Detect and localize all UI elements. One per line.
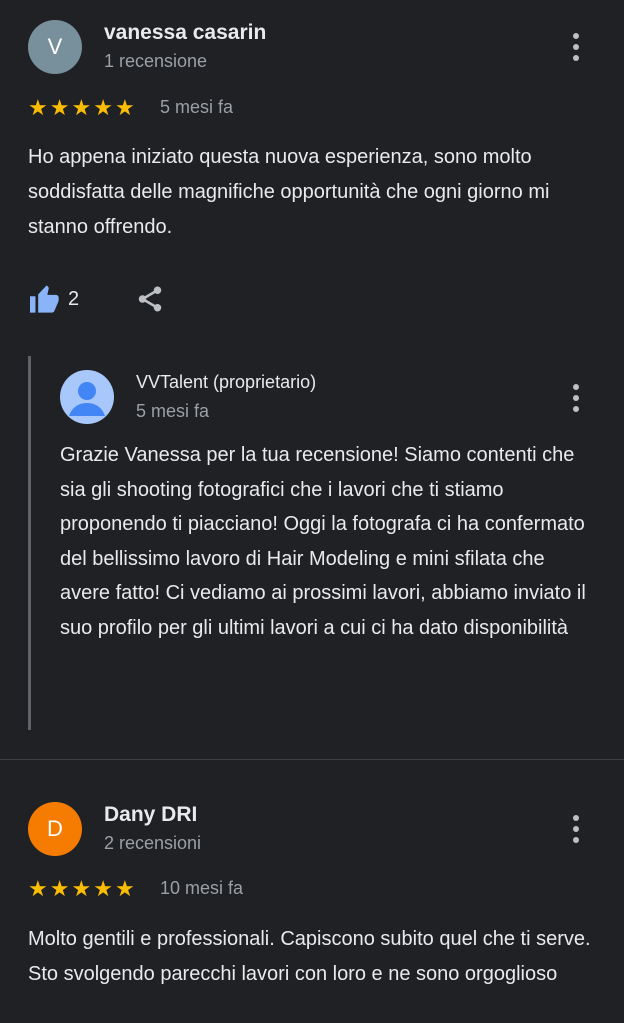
owner-name: VVTalent (proprietario) bbox=[136, 372, 317, 392]
star-icon: ★ bbox=[49, 95, 70, 120]
reviewer-name[interactable]: Dany DRI bbox=[104, 803, 197, 827]
review-time: 5 mesi fa bbox=[160, 97, 234, 117]
star-icon: ★ bbox=[114, 95, 135, 120]
star-icon: ★ bbox=[28, 876, 48, 901]
star-icon: ★ bbox=[93, 95, 113, 120]
reply-time: 5 mesi fa bbox=[136, 401, 210, 421]
star-icon: ★ bbox=[114, 876, 135, 901]
divider bbox=[0, 759, 624, 760]
like-count: 2 bbox=[68, 287, 80, 310]
star-rating: ★ ★ ★ ★ ★ bbox=[28, 877, 135, 901]
star-icon: ★ bbox=[28, 95, 48, 120]
reply-indicator bbox=[28, 356, 31, 730]
review-text: Ho appena iniziato questa nuova esperien… bbox=[28, 146, 550, 238]
more-vert-icon bbox=[573, 815, 579, 821]
review-text: Molto gentili e professionali. Capiscono… bbox=[28, 928, 591, 985]
reply-more-options-button[interactable] bbox=[564, 380, 588, 416]
thumb-up-icon bbox=[30, 285, 59, 313]
more-options-button[interactable] bbox=[564, 811, 588, 847]
star-rating: ★ ★ ★ ★ ★ bbox=[28, 96, 135, 120]
review-count: 2 recensioni bbox=[104, 833, 202, 853]
star-icon: ★ bbox=[49, 876, 70, 901]
more-vert-icon bbox=[573, 384, 579, 390]
review-time: 10 mesi fa bbox=[160, 878, 244, 898]
star-icon: ★ bbox=[71, 876, 92, 901]
review-count: 1 recensione bbox=[104, 51, 208, 71]
share-icon[interactable] bbox=[135, 284, 165, 314]
avatar[interactable]: V bbox=[28, 20, 82, 74]
more-vert-icon bbox=[573, 33, 579, 39]
star-icon: ★ bbox=[93, 876, 113, 901]
like-button[interactable]: 2 bbox=[28, 284, 79, 314]
reply-text: Grazie Vanessa per la tua recensione! Si… bbox=[60, 444, 586, 639]
person-avatar-icon[interactable] bbox=[60, 370, 114, 424]
star-icon: ★ bbox=[71, 95, 92, 120]
avatar[interactable]: D bbox=[28, 802, 82, 856]
reviewer-name[interactable]: vanessa casarin bbox=[104, 21, 266, 45]
more-options-button[interactable] bbox=[564, 29, 588, 65]
